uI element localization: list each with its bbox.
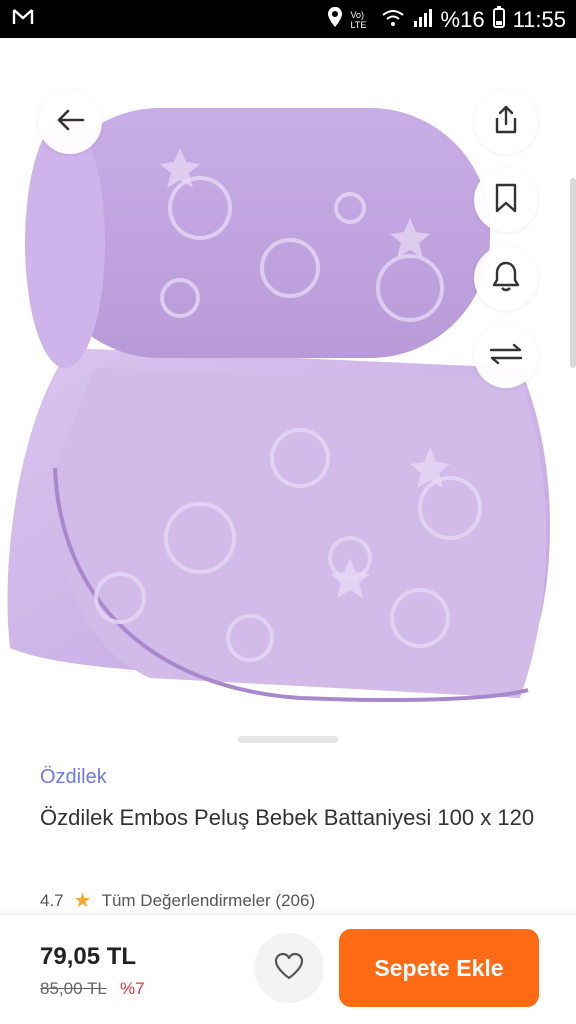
network-type: Vo) LTE bbox=[350, 10, 367, 30]
gmail-icon bbox=[12, 8, 34, 31]
status-bar: Vo) LTE %16 11:55 bbox=[0, 0, 576, 38]
favorite-button[interactable] bbox=[254, 933, 324, 1003]
discount-badge: %7 bbox=[120, 979, 145, 998]
product-title: Özdilek Embos Peluş Bebek Battaniyesi 10… bbox=[40, 805, 535, 830]
old-price: 85,00 TL bbox=[40, 979, 107, 998]
rating-row[interactable]: 4.7 ★ Tüm Değerlendirmeler (206) bbox=[40, 888, 315, 913]
current-price: 79,05 TL bbox=[40, 943, 137, 970]
location-icon bbox=[327, 6, 343, 34]
add-to-cart-button[interactable]: Sepete Ekle bbox=[339, 929, 539, 1007]
battery-icon bbox=[492, 6, 505, 34]
reviews-link[interactable]: Tüm Değerlendirmeler (206) bbox=[102, 891, 316, 911]
bookmark-button[interactable] bbox=[474, 168, 538, 232]
scrollbar[interactable] bbox=[570, 178, 576, 368]
signal-icon bbox=[413, 7, 433, 33]
brand-link[interactable]: Özdilek bbox=[40, 766, 107, 789]
battery-text: %16 bbox=[440, 7, 485, 32]
bookmark-icon bbox=[494, 183, 518, 218]
purchase-bar: 79,05 TL 85,00 TL %7 Sepete Ekle bbox=[0, 914, 576, 1024]
back-button[interactable] bbox=[38, 90, 102, 154]
image-page-indicator bbox=[238, 736, 338, 743]
compare-button[interactable] bbox=[474, 324, 538, 388]
heart-icon bbox=[274, 952, 304, 985]
compare-icon bbox=[488, 342, 524, 371]
wifi-icon bbox=[381, 7, 405, 33]
bell-icon bbox=[492, 260, 520, 297]
star-icon: ★ bbox=[73, 890, 92, 912]
product-sheet: Özdilek Özdilek Embos Peluş Bebek Battan… bbox=[0, 38, 576, 1024]
arrow-left-icon bbox=[55, 108, 85, 137]
clock: 11:55 bbox=[512, 7, 566, 32]
rating-value: 4.7 bbox=[40, 890, 64, 910]
share-button[interactable] bbox=[474, 90, 538, 154]
share-icon bbox=[493, 105, 519, 140]
notify-button[interactable] bbox=[474, 246, 538, 310]
